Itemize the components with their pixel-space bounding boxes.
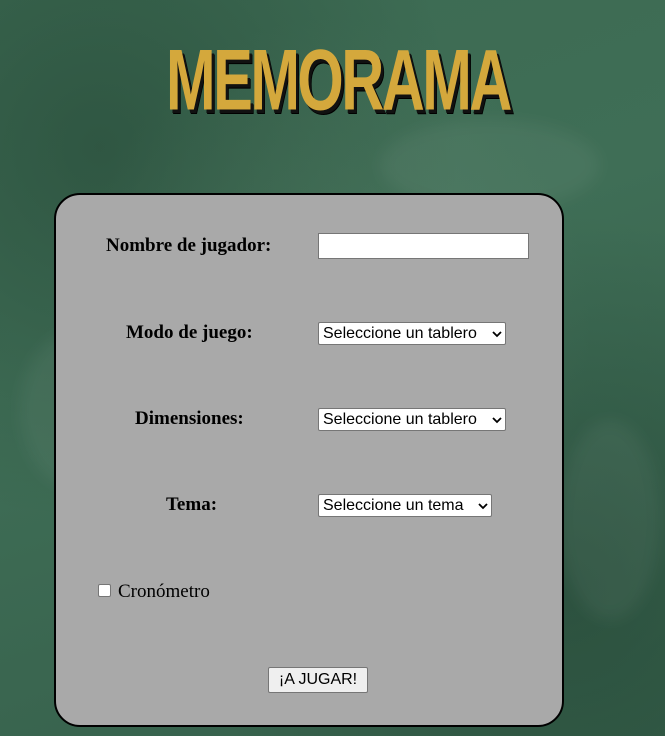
game-setup-panel: Nombre de jugador: Modo de juego: Selecc… xyxy=(54,193,564,727)
game-mode-label: Modo de juego: xyxy=(126,322,253,343)
dimensions-select[interactable]: Seleccione un tablero xyxy=(318,408,506,431)
play-button[interactable]: ¡A JUGAR! xyxy=(268,667,368,693)
dimensions-selected-value: Seleccione un tablero xyxy=(323,411,477,428)
game-mode-selected-value: Seleccione un tablero xyxy=(323,325,477,342)
chevron-down-icon xyxy=(478,503,488,510)
chalk-smudge xyxy=(560,420,660,620)
theme-select[interactable]: Seleccione un tema xyxy=(318,494,492,517)
player-name-input[interactable] xyxy=(318,233,529,259)
theme-selected-value: Seleccione un tema xyxy=(323,497,464,514)
game-mode-select[interactable]: Seleccione un tablero xyxy=(318,322,506,345)
timer-checkbox[interactable] xyxy=(98,584,111,597)
player-name-label: Nombre de jugador: xyxy=(106,235,272,256)
chevron-down-icon xyxy=(492,331,502,338)
page-title: MEMORAMA xyxy=(166,31,512,129)
theme-label: Tema: xyxy=(166,494,218,515)
timer-label[interactable]: Cronómetro xyxy=(118,581,210,603)
chevron-down-icon xyxy=(492,417,502,424)
dimensions-label: Dimensiones: xyxy=(135,408,244,429)
